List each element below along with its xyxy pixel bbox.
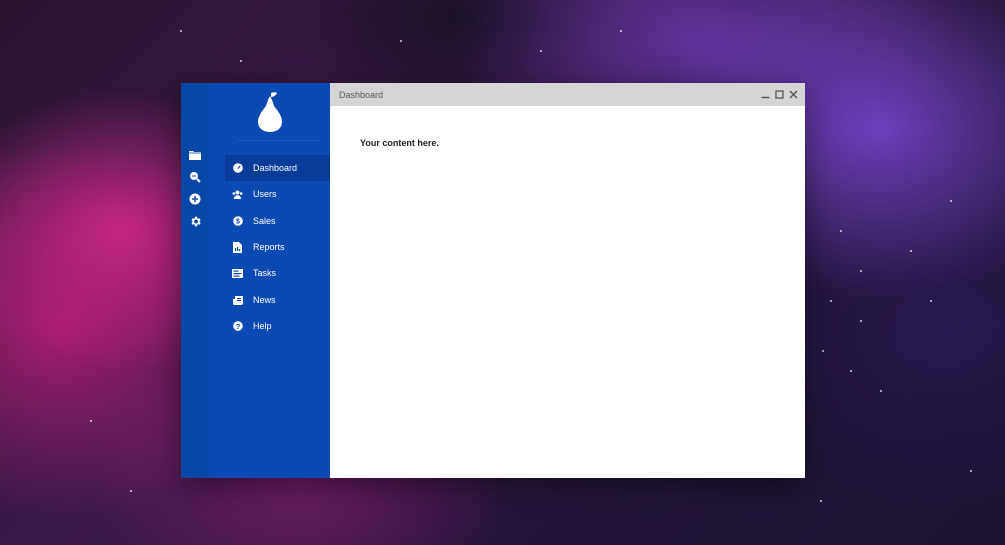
sidebar-item-label: Reports (253, 242, 285, 253)
news-icon (232, 294, 243, 305)
sidebar-item-users[interactable]: Users (225, 181, 330, 207)
app-window: Dashboard Users $ Sales Reports Tasks Ne… (181, 83, 805, 478)
sidebar-item-tasks[interactable]: Tasks (225, 260, 330, 286)
content-placeholder-text: Your content here. (360, 138, 439, 148)
speedometer-icon (232, 163, 243, 174)
dollar-icon: $ (232, 215, 243, 226)
sidebar-item-label: Users (253, 189, 277, 200)
add-circle-icon[interactable] (187, 191, 203, 207)
title-bar[interactable]: Dashboard (330, 83, 805, 106)
svg-text:?: ? (235, 322, 240, 331)
gear-icon[interactable] (187, 213, 203, 229)
sidebar-item-label: Tasks (253, 268, 277, 279)
sidebar-item-news[interactable]: News (225, 286, 330, 312)
users-icon (232, 189, 243, 200)
sidebar-item-dashboard[interactable]: Dashboard (225, 155, 330, 182)
maximize-icon[interactable] (775, 90, 784, 99)
sidebar-item-help[interactable]: ? Help (225, 313, 330, 339)
icon-bar (181, 83, 209, 478)
nav-menu: Dashboard Users $ Sales Reports Tasks Ne… (225, 155, 330, 339)
main-panel: Dashboard Your content here. (330, 83, 805, 478)
sidebar-item-label: Dashboard (253, 163, 298, 174)
folder-icon[interactable] (187, 147, 203, 163)
sidebar-item-label: Sales (253, 215, 276, 226)
sidebar-item-label: News (253, 294, 276, 305)
close-icon[interactable] (789, 90, 798, 99)
tasks-icon (232, 268, 243, 279)
sidebar-item-sales[interactable]: $ Sales (225, 208, 330, 234)
sidebar-item-reports[interactable]: Reports (225, 234, 330, 260)
report-icon (232, 241, 243, 253)
help-icon: ? (232, 320, 243, 331)
zoom-icon[interactable] (187, 169, 203, 185)
sidebar-item-label: Help (253, 320, 272, 331)
logo-divider (237, 140, 322, 141)
window-controls (761, 90, 798, 99)
content-area: Your content here. (330, 106, 805, 478)
minimize-icon[interactable] (761, 90, 770, 99)
pear-icon (209, 83, 330, 140)
sidebar: Dashboard Users $ Sales Reports Tasks Ne… (209, 83, 330, 478)
svg-text:$: $ (236, 218, 240, 225)
window-title: Dashboard (339, 89, 384, 100)
